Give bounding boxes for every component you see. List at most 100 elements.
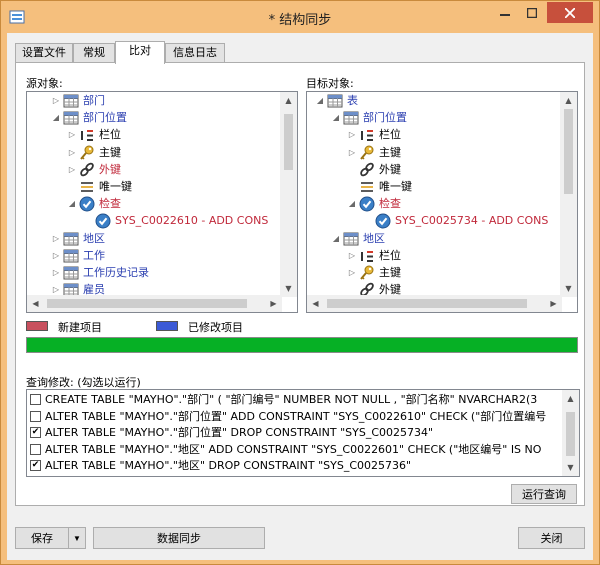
modified-item-swatch <box>156 321 178 331</box>
maximize-icon <box>526 7 537 18</box>
table-icon <box>63 110 79 126</box>
minimize-button[interactable] <box>491 2 518 23</box>
query-statement: ALTER TABLE "MAYHO"."部门位置" ADD CONSTRAIN… <box>45 409 547 423</box>
scroll-thumb[interactable] <box>566 412 575 456</box>
close-window-button[interactable] <box>547 2 593 23</box>
expand-arrow-icon[interactable]: ▷ <box>347 247 357 265</box>
collapse-arrow-icon[interactable]: ◢ <box>331 230 341 248</box>
expand-arrow-icon[interactable]: ▷ <box>67 161 77 179</box>
collapse-arrow-icon[interactable]: ◢ <box>51 109 61 127</box>
tree-node-label: SYS_C0025734 - ADD CONS <box>395 214 549 228</box>
maximize-button[interactable] <box>518 2 545 23</box>
query-item[interactable]: ALTER TABLE "MAYHO"."部门位置" ADD CONSTRAIN… <box>27 408 562 425</box>
expand-arrow-icon[interactable]: ▷ <box>347 144 357 162</box>
tree-node[interactable]: ◢ 部门位置 <box>307 109 562 127</box>
table-icon <box>63 248 79 264</box>
tree-node[interactable]: ▷ 栏位 <box>307 247 562 265</box>
expand-arrow-icon[interactable]: ▷ <box>67 144 77 162</box>
target-objects-label: 目标对象: <box>306 77 354 90</box>
scroll-right-icon[interactable]: ▶ <box>545 295 562 312</box>
source-vertical-scrollbar[interactable]: ▲ ▼ <box>280 92 297 297</box>
tree-node-label: 外键 <box>99 162 121 176</box>
tree-node[interactable]: 唯一键 <box>27 178 282 196</box>
title-bar[interactable]: * 结构同步 <box>1 1 599 33</box>
source-tree[interactable]: ▷ 雇员 ▷ 工作历史记录 ▷ 工作 ▷ 地区 SYS_C0022610 - ADD CONS ◢… <box>26 91 298 313</box>
run-query-button[interactable]: 运行查询 <box>511 484 577 504</box>
expand-arrow-icon[interactable]: ▷ <box>51 247 61 265</box>
tab-compare[interactable]: 比对 <box>115 41 165 64</box>
tree-node-label: 主键 <box>99 145 121 159</box>
collapse-arrow-icon[interactable]: ◢ <box>315 92 325 110</box>
query-checkbox[interactable] <box>30 394 41 405</box>
query-checkbox[interactable]: ✔ <box>30 427 41 439</box>
tree-node[interactable]: 外键 <box>307 161 562 179</box>
query-checkbox[interactable] <box>30 410 41 422</box>
scroll-left-icon[interactable]: ◀ <box>27 295 44 312</box>
tree-node[interactable]: ◢ 检查 <box>27 195 282 213</box>
tree-node[interactable]: ▷ 外键 <box>27 161 282 179</box>
save-button[interactable]: 保存 <box>15 527 69 549</box>
scroll-thumb[interactable] <box>284 114 293 170</box>
scroll-thumb[interactable] <box>47 299 247 308</box>
tree-node[interactable]: ▷ 主键 <box>307 144 562 162</box>
query-vertical-scrollbar[interactable]: ▲ ▼ <box>562 390 579 476</box>
tree-node[interactable]: ◢ 表 <box>307 92 562 110</box>
expand-arrow-icon[interactable]: ▷ <box>347 264 357 282</box>
app-window: * 结构同步 设置文件 常规 比对 信息日志 源对象: ▷ 雇员 ▷ 工作历史记录 ▷ 工… <box>0 0 600 565</box>
query-list[interactable]: ✔ ALTER TABLE "MAYHO"."地区" DROP CONSTRAIN… <box>26 389 580 477</box>
query-item[interactable]: CREATE TABLE "MAYHO"."部门" ( "部门编号" NUMBE… <box>27 391 562 408</box>
scroll-up-icon[interactable]: ▲ <box>280 92 297 109</box>
collapse-arrow-icon[interactable]: ◢ <box>347 195 357 213</box>
tree-node[interactable]: ▷ 主键 <box>307 264 562 282</box>
tree-node[interactable]: ▷ 栏位 <box>27 126 282 144</box>
expand-arrow-icon[interactable]: ▷ <box>67 126 77 144</box>
expand-arrow-icon[interactable]: ▷ <box>347 126 357 144</box>
tree-node[interactable]: SYS_C0025734 - ADD CONS <box>307 212 562 230</box>
query-checkbox[interactable]: ✔ <box>30 460 41 472</box>
target-vertical-scrollbar[interactable]: ▲ ▼ <box>560 92 577 297</box>
tree-node[interactable]: 唯一键 <box>307 178 562 196</box>
tree-node[interactable]: ◢ 部门位置 <box>27 109 282 127</box>
source-horizontal-scrollbar[interactable]: ◀ ▶ <box>27 295 282 312</box>
data-sync-button[interactable]: 数据同步 <box>93 527 265 549</box>
scroll-down-icon[interactable]: ▼ <box>562 459 579 476</box>
scroll-thumb[interactable] <box>327 299 527 308</box>
expand-arrow-icon[interactable]: ▷ <box>51 230 61 248</box>
query-checkbox[interactable] <box>30 443 41 455</box>
expand-arrow-icon[interactable]: ▷ <box>51 92 61 110</box>
expand-arrow-icon[interactable]: ▷ <box>51 264 61 282</box>
tab-settings-file[interactable]: 设置文件 <box>15 43 73 63</box>
target-horizontal-scrollbar[interactable]: ◀ ▶ <box>307 295 562 312</box>
foreign-key-icon <box>359 162 375 178</box>
tree-node[interactable]: ▷ 工作 <box>27 247 282 265</box>
scroll-up-icon[interactable]: ▲ <box>560 92 577 109</box>
tree-node[interactable]: SYS_C0022610 - ADD CONS <box>27 212 282 230</box>
tab-general[interactable]: 常规 <box>73 43 115 63</box>
scroll-down-icon[interactable]: ▼ <box>280 280 297 297</box>
query-item[interactable]: ✔ ALTER TABLE "MAYHO"."部门位置" DROP CONSTRA… <box>27 424 562 441</box>
collapse-arrow-icon[interactable]: ◢ <box>331 109 341 127</box>
progress-fill <box>27 338 577 352</box>
tree-node-label: 工作 <box>83 248 105 262</box>
scroll-thumb[interactable] <box>564 109 573 194</box>
tree-node[interactable]: ▷ 工作历史记录 <box>27 264 282 282</box>
scroll-down-icon[interactable]: ▼ <box>560 280 577 297</box>
tree-node[interactable]: ◢ 检查 <box>307 195 562 213</box>
query-item[interactable]: ✔ ALTER TABLE "MAYHO"."地区" DROP CONSTRAIN… <box>27 457 562 474</box>
collapse-arrow-icon[interactable]: ◢ <box>67 195 77 213</box>
scroll-up-icon[interactable]: ▲ <box>562 390 579 407</box>
tree-node[interactable]: ◢ 地区 <box>307 230 562 248</box>
tree-node[interactable]: ▷ 栏位 <box>307 126 562 144</box>
query-item[interactable]: ALTER TABLE "MAYHO"."地区" ADD CONSTRAINT … <box>27 441 562 458</box>
foreign-key-icon <box>79 162 95 178</box>
close-button[interactable]: 关闭 <box>518 527 585 549</box>
tab-message-log[interactable]: 信息日志 <box>165 43 225 63</box>
tree-node[interactable]: ▷ 地区 <box>27 230 282 248</box>
tree-node[interactable]: ▷ 主键 <box>27 144 282 162</box>
target-tree[interactable]: 外键 ▷ 主键 ▷ 栏位 ◢ 地区 SYS_C0025734 - ADD CONS ◢ 检查 唯一键… <box>306 91 578 313</box>
scroll-left-icon[interactable]: ◀ <box>307 295 324 312</box>
scroll-right-icon[interactable]: ▶ <box>265 295 282 312</box>
tree-node[interactable]: ▷ 部门 <box>27 92 282 110</box>
save-dropdown-button[interactable]: ▼ <box>68 527 86 549</box>
tree-node-label: 外键 <box>379 162 401 176</box>
